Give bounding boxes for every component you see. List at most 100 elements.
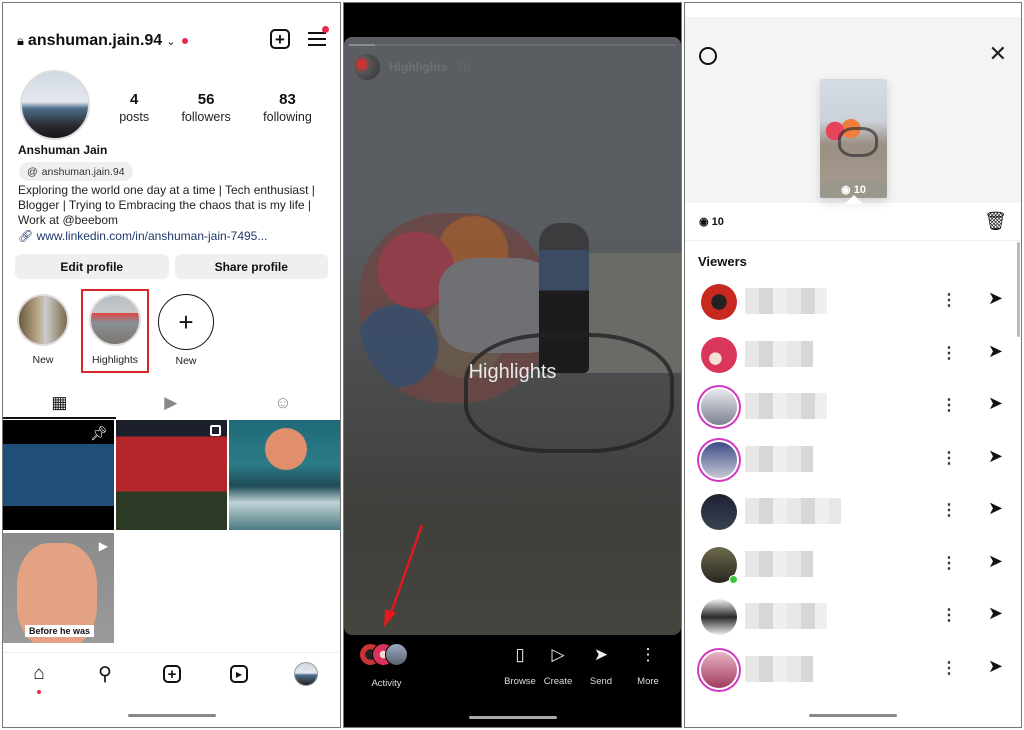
posts-stat[interactable]: 4 posts bbox=[119, 91, 149, 126]
viewer-row[interactable]: ⋮ ➤ bbox=[685, 494, 1021, 546]
story-avatar[interactable] bbox=[354, 54, 380, 80]
story-preview-area: ✕ ◉ 10 bbox=[685, 17, 1021, 203]
scrollbar[interactable] bbox=[1017, 242, 1020, 337]
browse-label: Browse bbox=[504, 676, 536, 687]
followers-stat[interactable]: 56 followers bbox=[181, 91, 230, 126]
eye-icon: ◉ bbox=[699, 216, 709, 228]
activity-label: Activity bbox=[371, 678, 402, 689]
menu-notification-dot bbox=[322, 26, 329, 33]
send-message-icon[interactable]: ➤ bbox=[988, 446, 1003, 467]
tagged-tab-icon[interactable]: ☺︎ bbox=[274, 393, 291, 413]
profile-screen: 🔒︎ anshuman.jain.94 ⌄ + 4 posts 56 followe… bbox=[2, 2, 341, 728]
views-summary-row: ◉ 10 🗑︎ bbox=[699, 211, 1007, 232]
send-message-icon[interactable]: ➤ bbox=[988, 551, 1003, 572]
lock-icon: 🔒︎ bbox=[17, 33, 24, 48]
photo-motorcycle bbox=[464, 333, 674, 453]
reel-icon: ▶︎ bbox=[98, 539, 108, 553]
send-message-icon[interactable]: ➤ bbox=[988, 498, 1003, 519]
story-frame[interactable]: Highlights 2h Highlights bbox=[344, 37, 681, 635]
viewer-row[interactable]: ⋮ ➤ bbox=[685, 389, 1021, 441]
story-header: Highlights 2h bbox=[354, 54, 470, 80]
grid-post-image[interactable] bbox=[229, 420, 340, 530]
story-progress-fill bbox=[349, 44, 376, 46]
viewer-row[interactable]: ⋮ ➤ bbox=[685, 546, 1021, 599]
story-bottom-bar: Activity ▯ Browse ▷ Create ➤ Send ⋮ More bbox=[344, 635, 681, 727]
create-button[interactable]: ▷ Create bbox=[538, 643, 578, 687]
profile-nav-avatar[interactable] bbox=[294, 662, 318, 686]
viewer-avatar[interactable] bbox=[701, 441, 737, 478]
profile-avatar[interactable] bbox=[20, 70, 90, 140]
viewer-name-blurred bbox=[745, 445, 813, 472]
share-profile-button[interactable]: Share profile bbox=[174, 254, 328, 279]
viewer-avatar[interactable] bbox=[701, 599, 737, 635]
more-options-icon[interactable]: ⋮ bbox=[941, 500, 957, 520]
browse-button[interactable]: ▯ Browse bbox=[500, 643, 540, 687]
followers-label: followers bbox=[181, 110, 231, 124]
grid-post-carousel[interactable] bbox=[116, 420, 227, 530]
following-label: following bbox=[263, 110, 312, 124]
grid-post-pinned[interactable]: 📌︎ bbox=[3, 420, 114, 530]
link-icon: 🔗︎ bbox=[18, 229, 34, 243]
activity-button[interactable]: Activity bbox=[358, 643, 418, 689]
send-message-icon[interactable]: ➤ bbox=[988, 393, 1003, 414]
send-message-icon[interactable]: ➤ bbox=[988, 603, 1003, 624]
viewers-title: Viewers bbox=[698, 254, 747, 269]
story-screen: Highlights 2h Highlights Activity ▯ Brow… bbox=[343, 2, 682, 728]
home-icon[interactable]: ⌂ bbox=[27, 662, 51, 686]
more-options-icon[interactable]: ⋮ bbox=[941, 395, 957, 415]
profile-stats: 4 posts 56 followers 83 following bbox=[103, 91, 328, 126]
menu-icon[interactable] bbox=[308, 26, 329, 47]
bottom-navigation: ⌂ ⚲ + ▶ bbox=[3, 652, 340, 727]
more-options-icon[interactable]: ⋮ bbox=[941, 290, 957, 310]
highlight-new-1[interactable]: New bbox=[14, 294, 72, 366]
following-count: 83 bbox=[279, 91, 296, 108]
reels-tab-icon[interactable]: ▶︎ bbox=[164, 393, 177, 413]
viewer-avatar[interactable] bbox=[701, 389, 737, 425]
search-icon[interactable]: ⚲ bbox=[93, 662, 117, 686]
viewer-row[interactable]: ⋮ ➤ bbox=[685, 441, 1021, 494]
username-switcher[interactable]: anshuman.jain.94 bbox=[28, 32, 162, 50]
moon-graphic bbox=[265, 428, 307, 470]
edit-profile-button[interactable]: Edit profile bbox=[15, 254, 169, 279]
bio-link[interactable]: 🔗︎ www.linkedin.com/in/anshuman-jain-749… bbox=[18, 229, 267, 243]
viewer-avatar[interactable] bbox=[701, 651, 737, 688]
create-icon[interactable]: + bbox=[160, 662, 184, 686]
settings-icon[interactable] bbox=[699, 47, 717, 65]
highlight-cover bbox=[17, 294, 69, 346]
more-vertical-icon: ⋮ bbox=[639, 645, 657, 664]
create-post-button[interactable]: + bbox=[270, 29, 290, 49]
full-name: Anshuman Jain bbox=[18, 143, 108, 157]
more-options-icon[interactable]: ⋮ bbox=[941, 553, 957, 573]
story-thumbnail[interactable]: ◉ 10 bbox=[820, 79, 887, 198]
viewer-row[interactable]: ⋮ ➤ bbox=[685, 651, 1021, 704]
home-notification-dot bbox=[37, 690, 41, 694]
send-button[interactable]: ➤ Send bbox=[581, 643, 621, 687]
chevron-down-icon[interactable]: ⌄ bbox=[166, 35, 175, 48]
viewer-name-blurred bbox=[745, 340, 813, 367]
grid-post-reel[interactable]: ▶︎ Before he was bbox=[3, 533, 114, 643]
more-options-icon[interactable]: ⋮ bbox=[941, 658, 957, 678]
viewer-avatar[interactable] bbox=[701, 284, 737, 320]
viewer-row[interactable]: ⋮ ➤ bbox=[685, 284, 1021, 336]
new-highlight-button[interactable]: + New bbox=[157, 294, 215, 367]
viewer-avatar[interactable] bbox=[701, 494, 737, 530]
more-button[interactable]: ⋮ More bbox=[628, 643, 668, 687]
reels-nav-icon[interactable]: ▶ bbox=[227, 662, 251, 686]
viewer-row[interactable]: ⋮ ➤ bbox=[685, 336, 1021, 389]
more-options-icon[interactable]: ⋮ bbox=[941, 605, 957, 625]
grid-tab-icon[interactable]: ▦ bbox=[51, 393, 67, 413]
send-message-icon[interactable]: ➤ bbox=[988, 288, 1003, 309]
more-options-icon[interactable]: ⋮ bbox=[941, 448, 957, 468]
more-options-icon[interactable]: ⋮ bbox=[941, 343, 957, 363]
viewer-avatar[interactable] bbox=[701, 336, 737, 373]
close-icon[interactable]: ✕ bbox=[989, 41, 1007, 67]
viewer-row[interactable]: ⋮ ➤ bbox=[685, 599, 1021, 651]
send-message-icon[interactable]: ➤ bbox=[988, 341, 1003, 362]
send-message-icon[interactable]: ➤ bbox=[988, 656, 1003, 677]
viewers-screen: ✕ ◉ 10 ◉ 10 🗑︎ Viewers ⋮ ➤ ⋮ ➤ ⋮ ➤ ⋮ ➤ ⋮ ➤ ⋮ ➤ ⋮ ➤ ⋮ ➤ bbox=[684, 2, 1022, 728]
profile-top-bar: 🔒︎ anshuman.jain.94 ⌄ + bbox=[17, 26, 329, 55]
following-stat[interactable]: 83 following bbox=[263, 91, 312, 126]
threads-badge[interactable]: @ anshuman.jain.94 bbox=[19, 162, 133, 181]
bio-link-text[interactable]: www.linkedin.com/in/anshuman-jain-7495..… bbox=[37, 229, 268, 243]
delete-icon[interactable]: 🗑︎ bbox=[984, 211, 1007, 232]
